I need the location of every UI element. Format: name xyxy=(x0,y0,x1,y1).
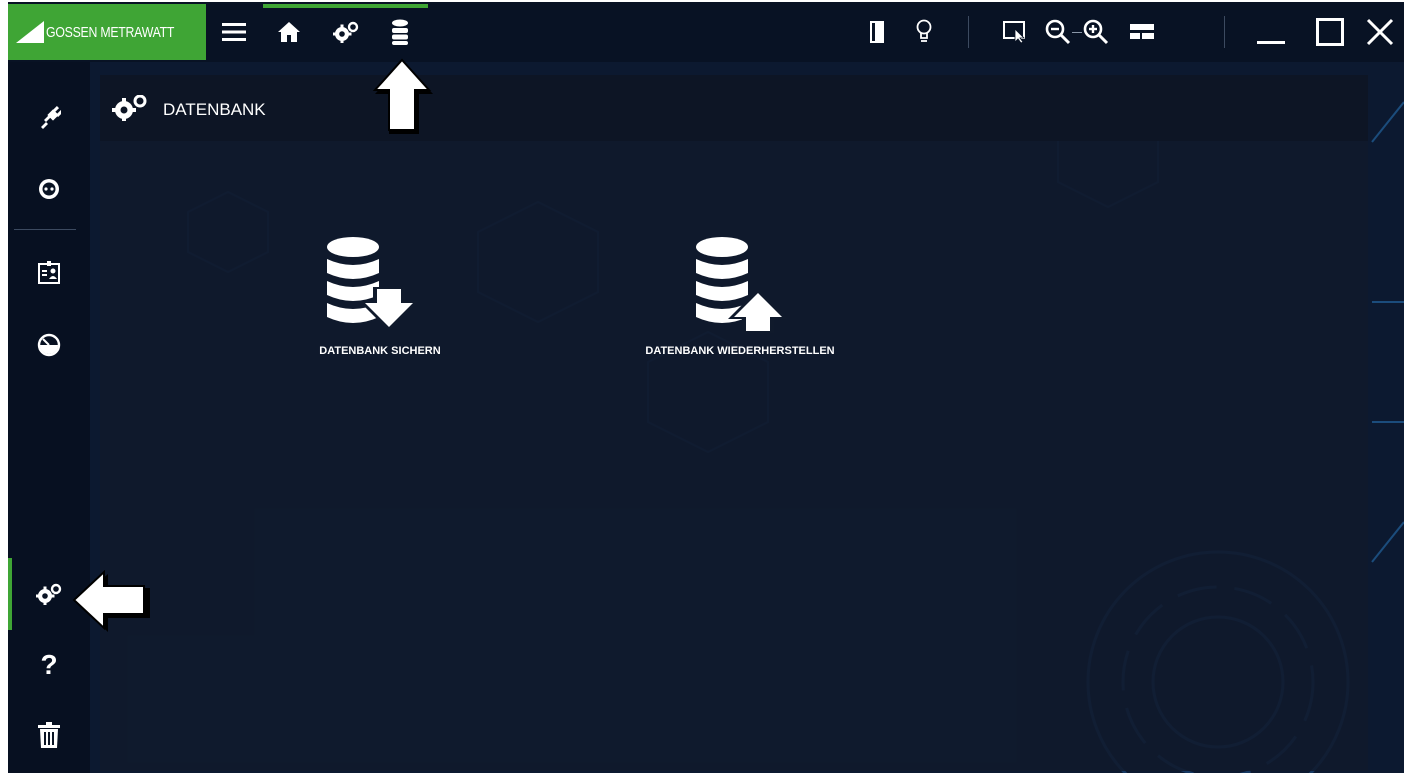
layout-icon[interactable] xyxy=(1126,16,1158,48)
door-exit-icon[interactable] xyxy=(861,16,893,48)
database-download-icon xyxy=(327,237,419,331)
app-window: GOSSEN METRAWATT ? DATENBANK DATENBANK S… xyxy=(8,2,1404,773)
database-restore-button[interactable]: DATENBANK WIEDERHERSTELLEN xyxy=(620,135,860,435)
sidebar-item-help[interactable]: ? xyxy=(8,630,90,700)
brand-logo-block: GOSSEN METRAWATT xyxy=(8,4,206,60)
sidebar-item-id-badge[interactable] xyxy=(8,237,90,307)
title-bar: GOSSEN METRAWATT xyxy=(8,2,1404,62)
settings-gears-icon xyxy=(112,95,147,121)
settings-gears-icon[interactable] xyxy=(330,16,362,48)
id-badge-icon xyxy=(38,261,60,284)
sidebar-item-socket[interactable] xyxy=(8,154,90,224)
zoom-out-icon[interactable] xyxy=(1042,16,1074,48)
cursor-select-icon[interactable] xyxy=(1000,16,1032,48)
brand-triangle-icon xyxy=(16,21,44,43)
brand-name: GOSSEN METRAWATT xyxy=(46,24,175,41)
sidebar-separator xyxy=(14,229,76,230)
annotation-arrow-left xyxy=(72,570,150,632)
toolbar-separator xyxy=(968,16,969,48)
toolbar-separator xyxy=(1224,16,1225,48)
panel-header: DATENBANK xyxy=(100,75,1368,141)
zoom-in-icon[interactable] xyxy=(1080,16,1112,48)
socket-icon xyxy=(39,179,59,199)
sidebar-item-gauge[interactable] xyxy=(8,310,90,380)
menu-icon[interactable] xyxy=(218,16,250,48)
sidebar-item-plug[interactable] xyxy=(8,82,90,152)
lightbulb-icon[interactable] xyxy=(908,16,940,48)
sidebar: ? xyxy=(8,62,90,773)
close-icon[interactable] xyxy=(1364,16,1396,48)
gauge-icon xyxy=(37,333,61,357)
plug-icon xyxy=(41,105,61,129)
main-panel: DATENBANK DATENBANK SICHERN DATENBANK WI… xyxy=(100,75,1368,771)
database-backup-label: DATENBANK SICHERN xyxy=(319,345,441,357)
settings-tab-indicator xyxy=(318,4,373,8)
sidebar-item-trash[interactable] xyxy=(8,700,90,770)
home-tab-indicator xyxy=(263,4,318,8)
annotation-arrow-up xyxy=(372,58,433,134)
minimize-icon[interactable] xyxy=(1255,16,1287,48)
database-backup-button[interactable]: DATENBANK SICHERN xyxy=(290,135,470,435)
database-restore-label: DATENBANK WIEDERHERSTELLEN xyxy=(645,345,835,357)
home-icon[interactable] xyxy=(273,16,305,48)
help-icon: ? xyxy=(40,649,58,680)
settings-gears-icon xyxy=(36,583,62,605)
maximize-icon[interactable] xyxy=(1314,16,1346,48)
page-title: DATENBANK xyxy=(163,100,266,119)
database-icon[interactable] xyxy=(384,16,416,48)
database-upload-icon xyxy=(696,237,788,333)
database-tab-indicator xyxy=(373,4,428,8)
trash-icon xyxy=(38,722,60,748)
